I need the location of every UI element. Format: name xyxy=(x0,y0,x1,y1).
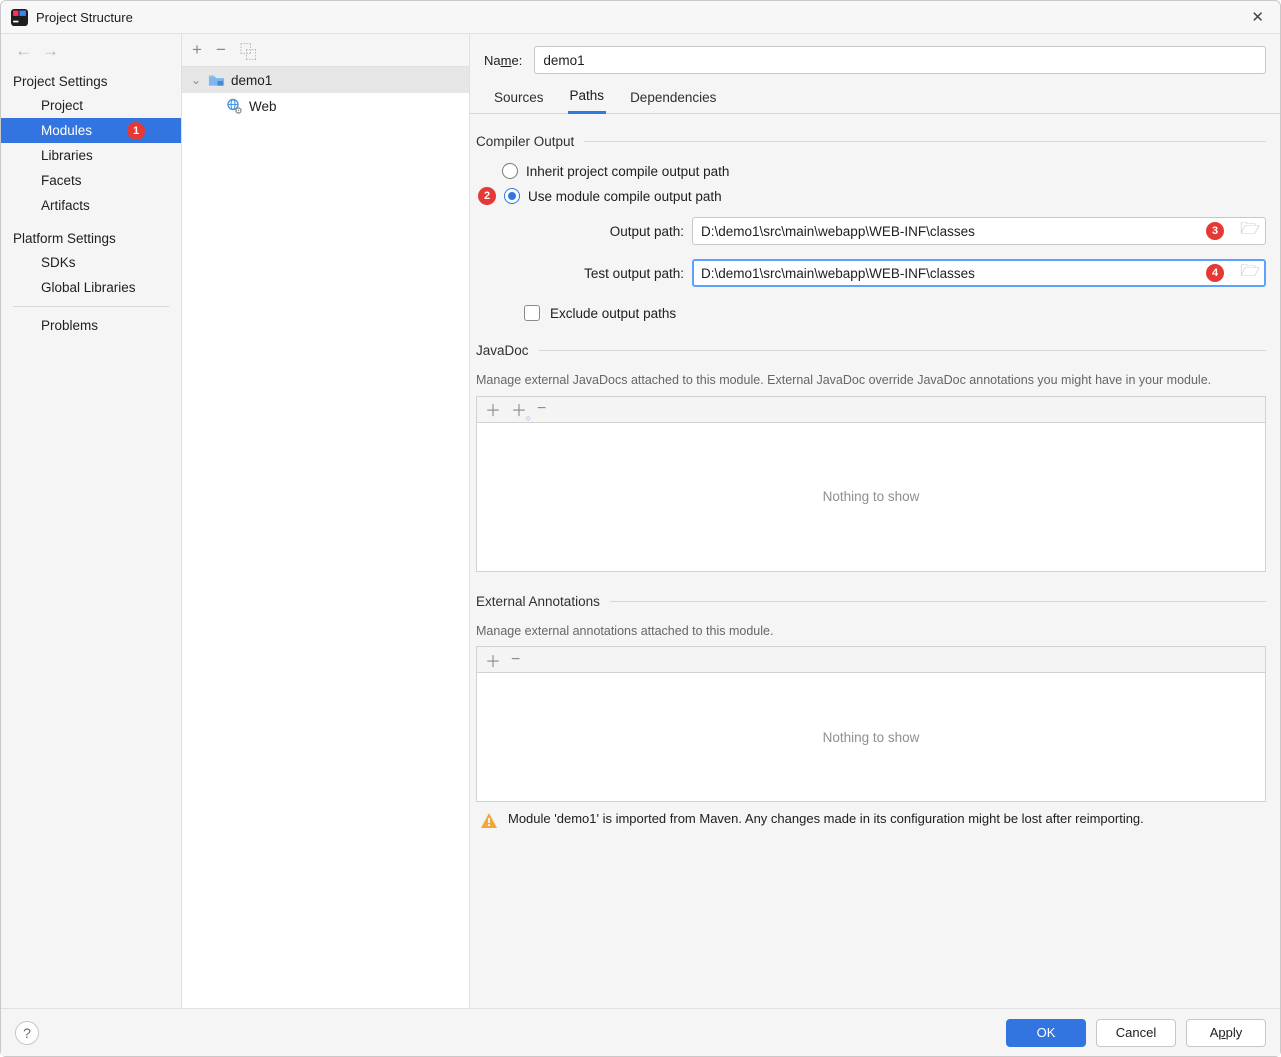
help-button[interactable]: ? xyxy=(15,1021,39,1045)
web-facet-icon xyxy=(226,98,243,115)
annotations-list[interactable]: Nothing to show xyxy=(476,672,1266,802)
nav-project[interactable]: Project xyxy=(1,93,181,118)
annotation-3: 3 xyxy=(1206,222,1224,240)
nav-modules[interactable]: Modules 1 xyxy=(1,118,181,143)
chevron-down-icon: ⌄ xyxy=(190,73,202,87)
tab-paths[interactable]: Paths xyxy=(568,88,607,114)
output-path-label: Output path: xyxy=(524,224,684,239)
javadoc-toolbar: ＋ ＋○ − xyxy=(476,396,1266,422)
annotation-4: 4 xyxy=(1206,264,1224,282)
nav-artifacts[interactable]: Artifacts xyxy=(1,193,181,218)
nav-libraries[interactable]: Libraries xyxy=(1,143,181,168)
sidebar: ← → Project Settings Project Modules 1 L… xyxy=(1,34,182,1008)
intellij-icon xyxy=(11,9,28,26)
tree-node-demo1[interactable]: ⌄ demo1 xyxy=(182,67,469,93)
section-project-settings: Project Settings xyxy=(1,67,181,93)
output-path-input[interactable] xyxy=(692,217,1266,245)
javadoc-description: Manage external JavaDocs attached to thi… xyxy=(476,368,1266,396)
tab-sources[interactable]: Sources xyxy=(492,90,546,113)
browse-test-output-icon[interactable]: 🗁 xyxy=(1240,260,1260,287)
module-tabs: Sources Paths Dependencies xyxy=(470,74,1280,114)
radio-use-module[interactable]: 2 Use module compile output path xyxy=(476,183,1266,209)
titlebar: Project Structure ✕ xyxy=(1,1,1280,34)
radio-icon xyxy=(504,188,520,204)
maven-import-warning: Module 'demo1' is imported from Maven. A… xyxy=(476,802,1266,830)
module-folder-icon xyxy=(208,73,225,87)
annotation-2: 2 xyxy=(478,187,496,205)
window-title: Project Structure xyxy=(36,10,1245,25)
apply-button[interactable]: Apply xyxy=(1186,1019,1266,1047)
javadoc-list[interactable]: Nothing to show xyxy=(476,422,1266,572)
nav-forward-button[interactable]: → xyxy=(42,41,59,61)
remove-module-button[interactable]: − xyxy=(216,40,226,60)
tab-dependencies[interactable]: Dependencies xyxy=(628,90,718,113)
annotations-toolbar: ＋ − xyxy=(476,646,1266,672)
nav-global-libraries[interactable]: Global Libraries xyxy=(1,275,181,300)
annotations-add-button[interactable]: ＋ xyxy=(485,648,501,672)
add-module-button[interactable]: + xyxy=(192,40,202,60)
radio-icon xyxy=(502,163,518,179)
annotations-description: Manage external annotations attached to … xyxy=(476,619,1266,647)
radio-inherit[interactable]: Inherit project compile output path xyxy=(476,159,1266,183)
javadoc-add-url-button[interactable]: ＋○ xyxy=(511,397,527,421)
close-button[interactable]: ✕ xyxy=(1245,6,1270,28)
nav-back-button[interactable]: ← xyxy=(15,41,32,61)
javadoc-remove-button[interactable]: − xyxy=(537,400,546,418)
checkbox-icon xyxy=(524,305,540,321)
module-details-panel: Name: Sources Paths Dependencies Compile… xyxy=(470,34,1280,1008)
annotation-1: 1 xyxy=(127,122,145,140)
annotations-remove-button[interactable]: − xyxy=(511,651,520,669)
exclude-output-paths-checkbox[interactable]: Exclude output paths xyxy=(476,295,1266,321)
warning-icon xyxy=(480,812,498,830)
browse-output-icon[interactable]: 🗁 xyxy=(1240,218,1260,245)
test-output-path-input[interactable] xyxy=(692,259,1266,287)
copy-module-button[interactable]: ⿻ xyxy=(240,38,257,63)
ok-button[interactable]: OK xyxy=(1006,1019,1086,1047)
javadoc-add-button[interactable]: ＋ xyxy=(485,397,501,421)
module-name-input[interactable] xyxy=(534,46,1266,74)
test-output-path-label: Test output path: xyxy=(524,266,684,281)
nav-sdks[interactable]: SDKs xyxy=(1,250,181,275)
tree-label: Web xyxy=(249,99,277,114)
section-javadoc: JavaDoc xyxy=(476,343,1266,358)
dialog-footer: ? OK Cancel Apply xyxy=(1,1008,1280,1056)
section-compiler-output: Compiler Output xyxy=(476,134,1266,149)
tree-node-web[interactable]: Web xyxy=(182,93,469,119)
nav-problems[interactable]: Problems xyxy=(1,313,181,338)
nav-facets[interactable]: Facets xyxy=(1,168,181,193)
section-platform-settings: Platform Settings xyxy=(1,224,181,250)
module-list-panel: + − ⿻ ⌄ demo1 xyxy=(182,34,470,1008)
section-external-annotations: External Annotations xyxy=(476,594,1266,609)
tree-label: demo1 xyxy=(231,73,272,88)
name-label: Name: xyxy=(484,53,522,68)
cancel-button[interactable]: Cancel xyxy=(1096,1019,1176,1047)
